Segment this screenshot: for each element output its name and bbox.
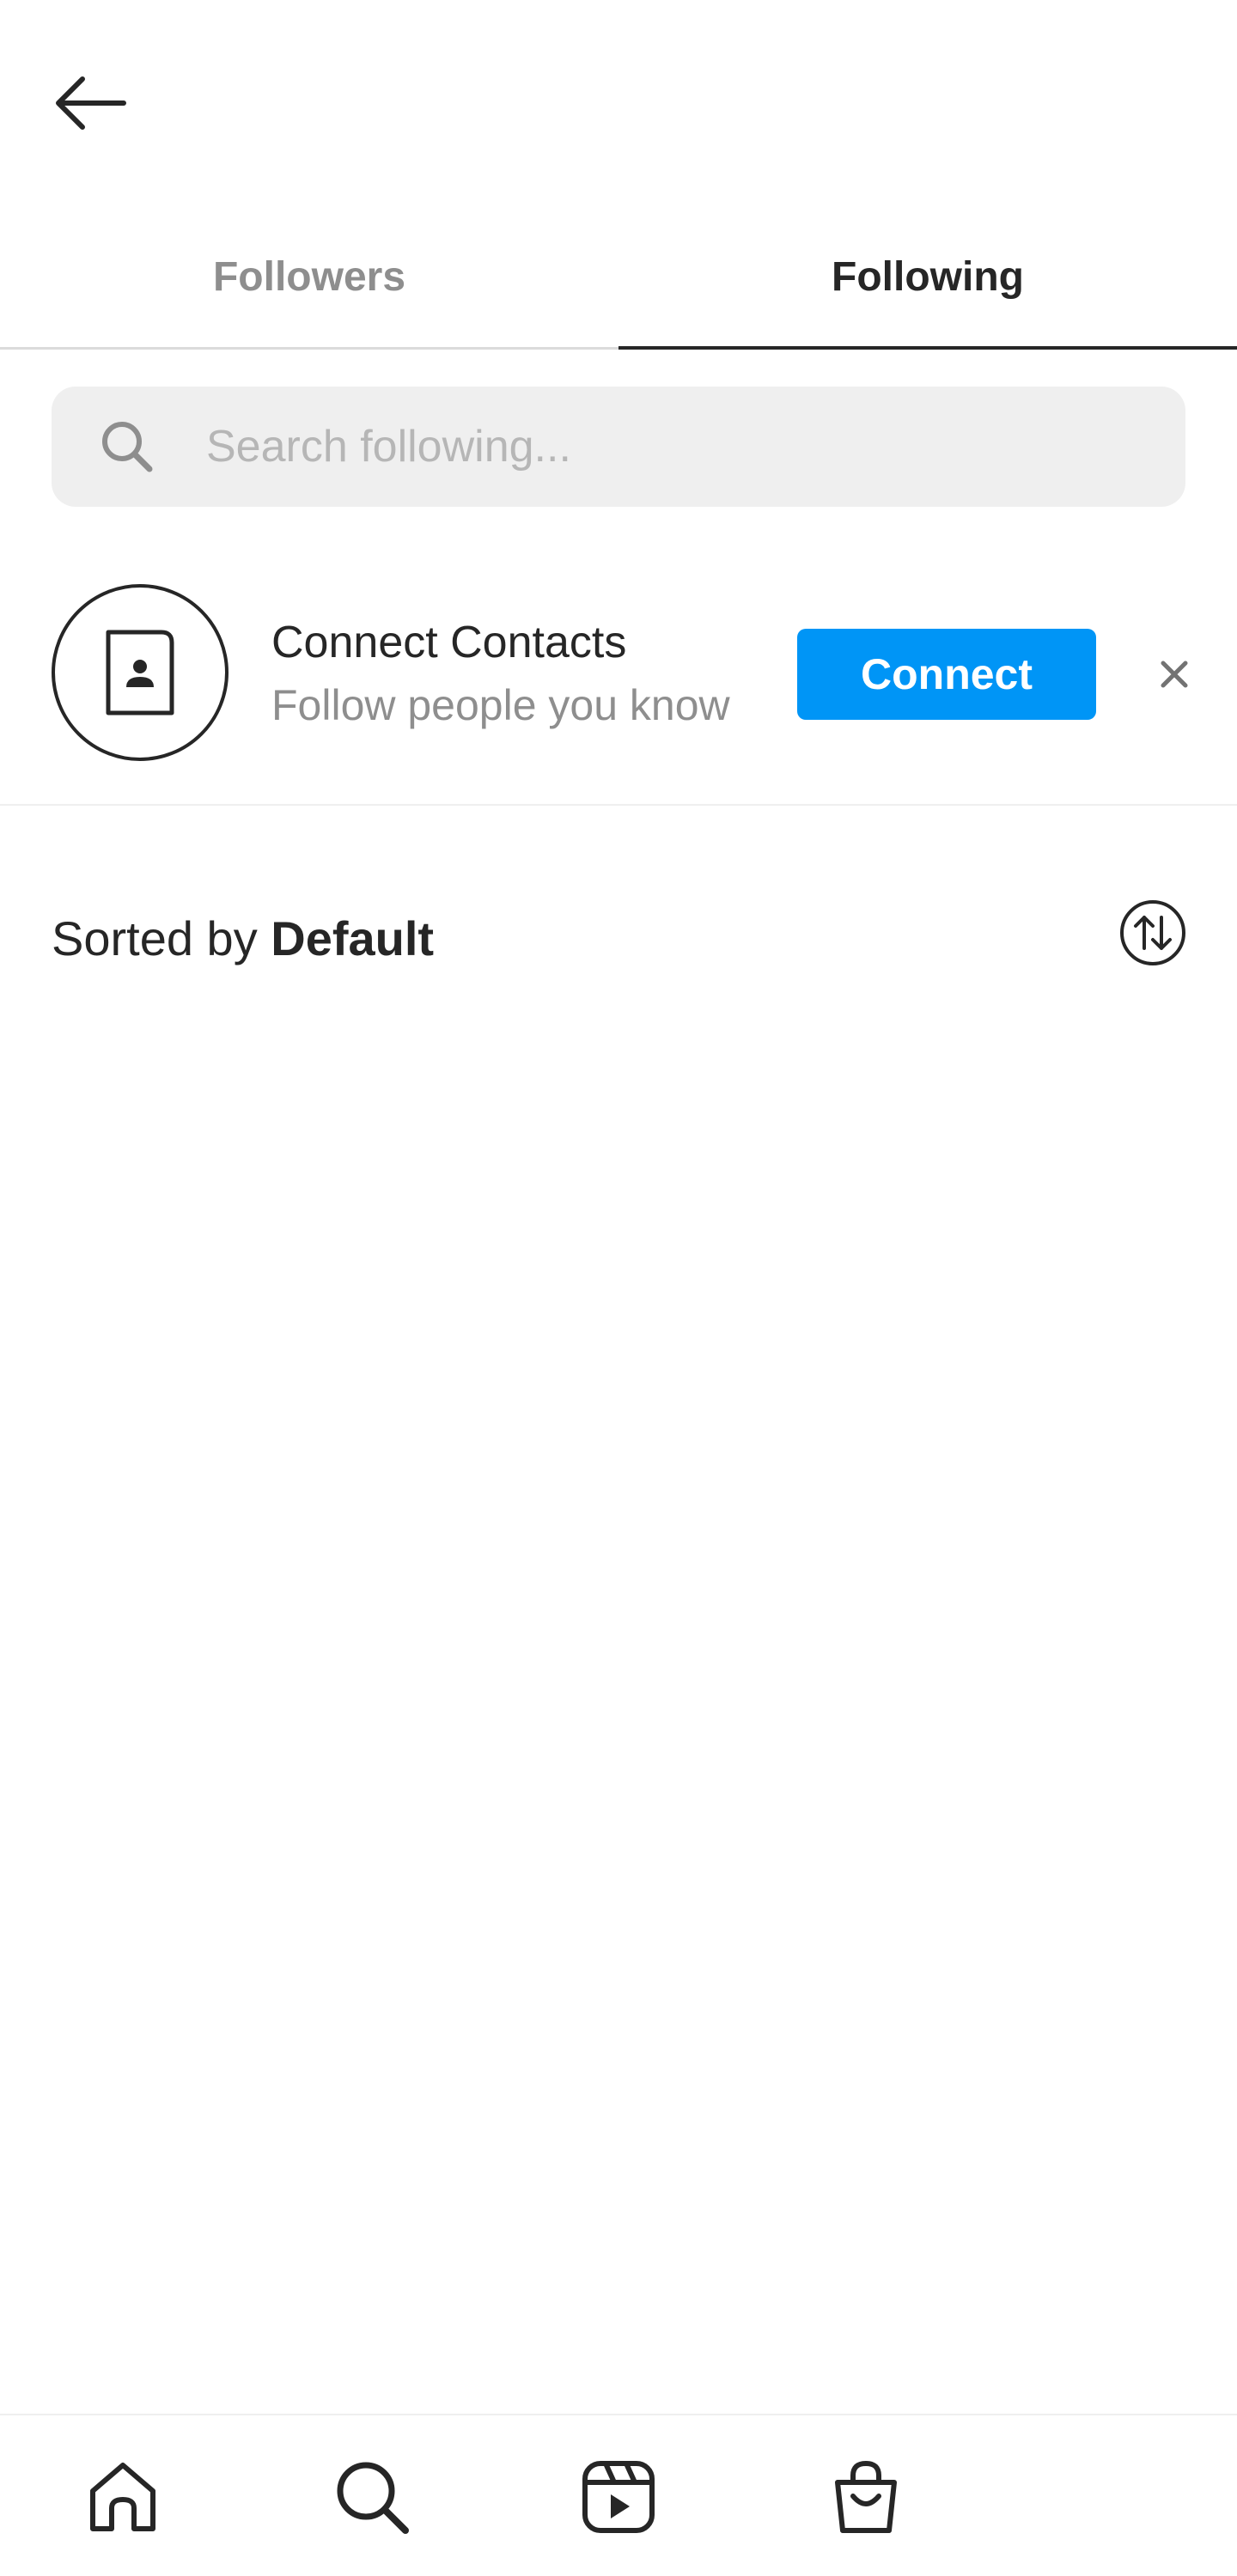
- sort-prefix: Sorted by: [52, 911, 271, 965]
- top-bar: [0, 0, 1237, 198]
- search-input[interactable]: [204, 403, 1136, 490]
- connect-contacts-title: Connect Contacts: [271, 618, 627, 667]
- bottom-nav: [0, 2414, 1237, 2576]
- connect-contacts-card: Connect Contacts Follow people you know …: [0, 567, 1237, 806]
- sort-label: Sorted by Default: [52, 910, 434, 966]
- tab-following-label: Following: [832, 253, 1024, 300]
- search-icon: [100, 419, 155, 474]
- nav-search[interactable]: [325, 2450, 419, 2544]
- sort-row: Sorted by Default: [0, 885, 1237, 988]
- sort-arrows-icon: [1120, 900, 1185, 965]
- home-icon: [90, 2463, 155, 2531]
- shop-bag-icon: [835, 2460, 897, 2533]
- connect-button[interactable]: Connect: [797, 629, 1096, 720]
- connect-contacts-subtitle: Follow people you know: [271, 681, 730, 729]
- search-bar[interactable]: [52, 387, 1185, 507]
- tab-followers[interactable]: Followers: [0, 206, 618, 347]
- back-button[interactable]: [43, 60, 137, 146]
- nav-shop[interactable]: [819, 2450, 913, 2544]
- nav-reels[interactable]: [571, 2450, 666, 2544]
- tab-following[interactable]: Following: [618, 206, 1237, 350]
- arrow-left-icon: [56, 76, 126, 130]
- tab-bar: Followers Following: [0, 206, 1237, 350]
- tab-followers-label: Followers: [212, 253, 406, 300]
- sort-button[interactable]: [1117, 897, 1189, 969]
- nav-home[interactable]: [76, 2450, 170, 2544]
- contact-card-icon: [106, 630, 174, 716]
- reels-icon: [582, 2461, 655, 2533]
- dismiss-button[interactable]: [1146, 646, 1203, 703]
- close-icon: [1161, 661, 1188, 688]
- contacts-avatar: [52, 584, 229, 761]
- sort-value: Default: [271, 911, 435, 965]
- search-icon: [337, 2462, 409, 2534]
